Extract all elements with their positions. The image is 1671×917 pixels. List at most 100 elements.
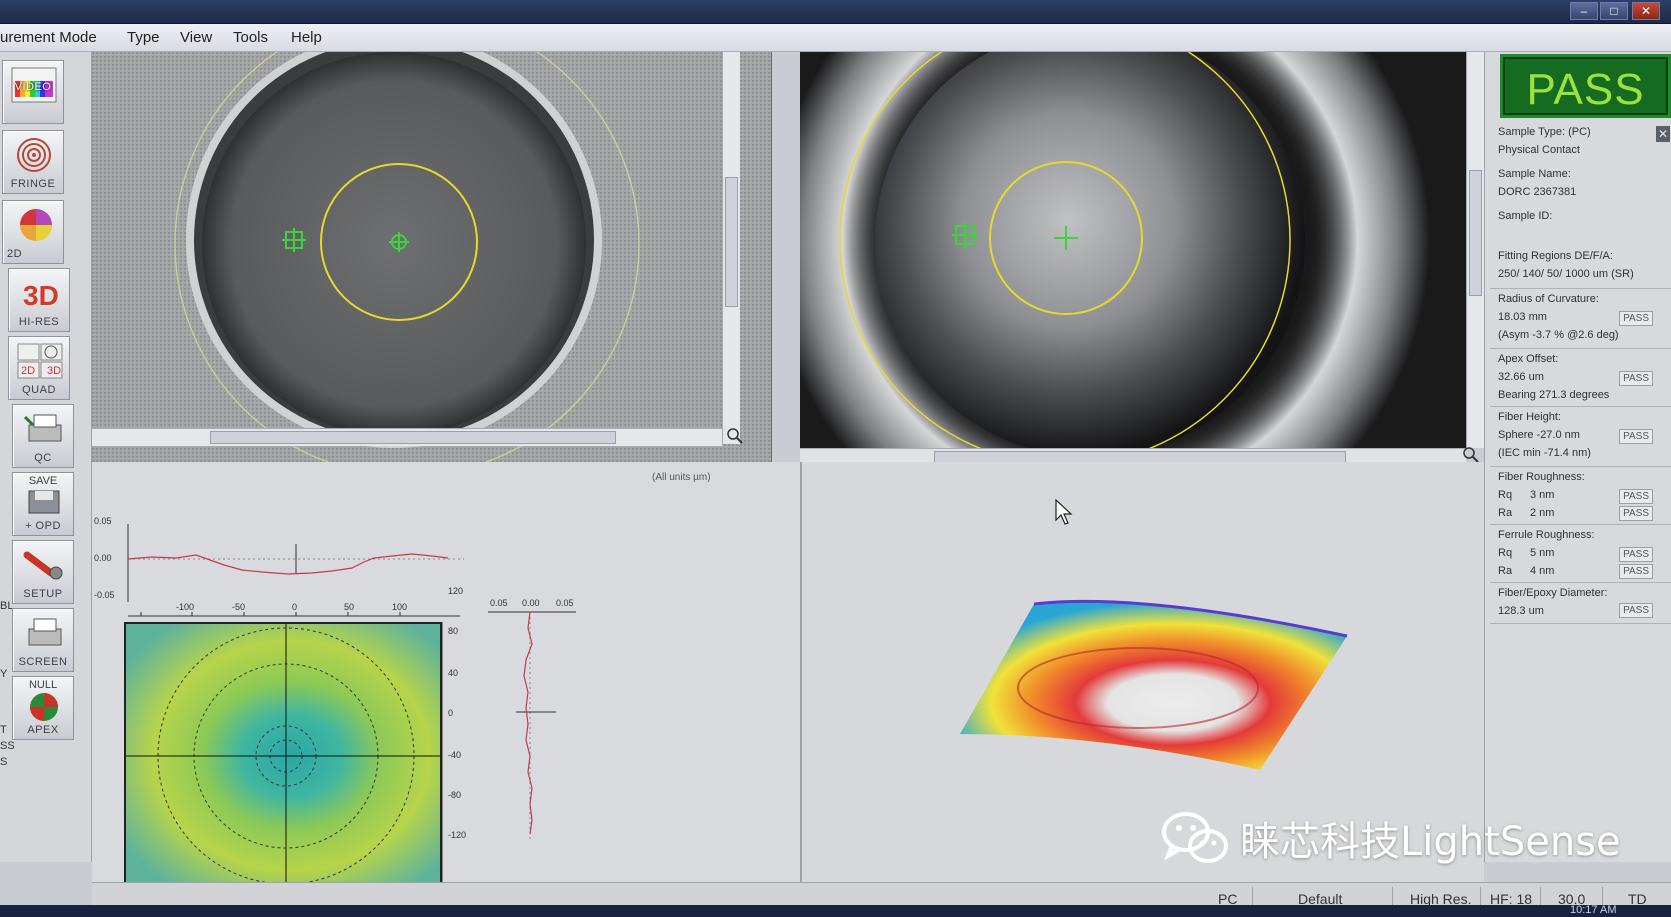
quad-label: QUAD	[22, 384, 56, 396]
edge-label: SS	[0, 740, 15, 752]
quad-2d-label: 2D	[21, 365, 36, 377]
minimize-button[interactable]: –	[1570, 2, 1598, 20]
hires-label: HI-RES	[18, 316, 60, 328]
qc-printer-icon	[23, 414, 62, 442]
ytick-label: 0.00	[94, 553, 112, 563]
side-xtick-label: 0.05	[556, 598, 574, 608]
qc-label: QC	[34, 452, 52, 464]
fringe-button[interactable]: FRINGE	[2, 130, 64, 194]
epoxy-pass-badge: PASS	[1619, 603, 1653, 618]
fiber-height-pass-badge: PASS	[1619, 429, 1653, 444]
watermark-text: 睐芯科技LightSense	[1240, 819, 1621, 865]
side-ytick-label: -120	[448, 830, 467, 840]
fiber-ra-pass-badge: PASS	[1619, 506, 1653, 521]
sample-name-value: DORC 2367381	[1498, 186, 1577, 198]
setup-tools-icon	[23, 551, 63, 580]
sample-type-value: Physical Contact	[1498, 144, 1580, 156]
quad-3d-label: 3D	[47, 365, 62, 377]
screen-button[interactable]: SCREEN	[12, 608, 74, 672]
fringe-hscroll[interactable]	[92, 428, 722, 446]
fringe-icon	[17, 138, 51, 172]
save-disk-icon	[28, 490, 60, 514]
roc-asym: (Asym -3.7 % @2.6 deg)	[1498, 329, 1619, 341]
fiber-ra-label: Ra	[1498, 507, 1513, 519]
fiber-roughness: Fiber Roughness: Rq 3 nm PASS Ra 2 nm PA…	[1490, 466, 1671, 524]
menu-type[interactable]: Type	[127, 29, 160, 46]
side-ytick-label: -80	[448, 790, 462, 800]
setup-button[interactable]: SETUP	[12, 540, 74, 604]
profile-trace-horizontal	[127, 553, 449, 575]
maximize-button[interactable]: □	[1600, 2, 1628, 20]
profile-analysis-panel: (All units µm) 0.05 0.00 -0.05 -100 -50 …	[92, 462, 802, 902]
map-2d-icon	[20, 209, 52, 241]
title-bar: – □ ✕	[0, 0, 1671, 24]
ferrule-ra-value: 4 nm	[1530, 565, 1555, 577]
xtick-label: -100	[176, 602, 195, 612]
quad-button[interactable]: 2D 3D QUAD	[8, 336, 70, 400]
side-xtick-label: 0.05	[490, 598, 508, 608]
side-xtick-label: 0.00	[522, 598, 540, 608]
menu-view[interactable]: View	[180, 29, 212, 46]
fiber-height-value: Sphere -27.0 nm	[1498, 429, 1580, 441]
side-ytick-label: -40	[448, 750, 462, 760]
hires-3d-button[interactable]: 3D HI-RES	[8, 268, 70, 332]
ytick-label: 0.05	[94, 516, 112, 526]
fiber-rq-pass-badge: PASS	[1619, 489, 1653, 504]
xtick-label: 50	[344, 602, 355, 612]
save-opd-button[interactable]: SAVE + OPD	[12, 472, 74, 536]
fringe-camera-view[interactable]	[92, 52, 772, 462]
roc-value: 18.03 mm	[1498, 311, 1547, 323]
side-ytick-label: 80	[448, 626, 459, 636]
ferrule-rq-pass-badge: PASS	[1619, 547, 1653, 562]
edge-label: S	[0, 756, 8, 768]
null-apex-button[interactable]: NULL APEX	[12, 676, 74, 740]
ferrule-rq-label: Rq	[1498, 547, 1513, 559]
fiber-rq-label: Rq	[1498, 489, 1513, 501]
ferrule-roughness-label: Ferrule Roughness:	[1498, 529, 1595, 541]
fiber-epoxy-diameter: Fiber/Epoxy Diameter: 128.3 um PASS	[1490, 582, 1671, 624]
sample-type-label: Sample Type: (PC)	[1498, 126, 1591, 138]
video-button[interactable]: VIDEO	[2, 60, 64, 124]
sample-id-label: Sample ID:	[1498, 210, 1553, 222]
wechat-icon	[1162, 812, 1228, 863]
view-2d-button[interactable]: 2D	[2, 200, 64, 264]
xtick-label: -50	[232, 602, 246, 612]
screen-printer-icon	[28, 618, 62, 646]
fitting-label: Fitting Regions DE/F/A:	[1498, 250, 1613, 262]
apex-bearing: Bearing 271.3 degrees	[1498, 389, 1610, 401]
fiber-ra-value: 2 nm	[1530, 507, 1555, 519]
edge-label: T	[0, 724, 7, 736]
setup-label: SETUP	[23, 588, 63, 600]
epoxy-value: 128.3 um	[1498, 605, 1544, 617]
svg-text:3D: 3D	[23, 280, 59, 311]
video-label: VIDEO	[14, 81, 52, 93]
taskbar-clock: 10:17 AM	[1570, 904, 1617, 916]
menu-bar: urement Mode Type View Tools Help	[0, 24, 1671, 52]
qc-button[interactable]: QC	[12, 404, 74, 468]
close-button[interactable]: ✕	[1632, 2, 1660, 20]
menu-measurement-mode[interactable]: urement Mode	[0, 29, 97, 46]
microscope-camera-view[interactable]	[800, 52, 1466, 448]
side-ytick-label: 0	[448, 708, 454, 718]
zoom-icon[interactable]	[726, 427, 744, 445]
ferrule-ra-label: Ra	[1498, 565, 1513, 577]
menu-tools[interactable]: Tools	[233, 29, 268, 46]
apex-offset: Apex Offset: 32.66 um PASS Bearing 271.3…	[1490, 348, 1671, 406]
side-ytick-label: 40	[448, 668, 459, 678]
apex-target-icon	[30, 693, 58, 721]
scroll-thumb[interactable]	[1469, 170, 1482, 296]
os-taskbar	[0, 905, 1671, 917]
radius-of-curvature: Radius of Curvature: 18.03 mm PASS (Asym…	[1490, 288, 1671, 348]
overall-status-badge: PASS	[1500, 54, 1671, 118]
surface-map-2d[interactable]	[124, 622, 442, 886]
opd-label: + OPD	[25, 520, 61, 532]
microscope-vscroll[interactable]	[1466, 52, 1484, 448]
fringe-vscroll[interactable]	[722, 52, 740, 444]
screen-label: SCREEN	[18, 656, 68, 668]
view-2d-label: 2D	[7, 248, 23, 260]
scroll-thumb[interactable]	[210, 431, 616, 444]
fiber-rq-value: 3 nm	[1530, 489, 1555, 501]
save-label: SAVE	[28, 475, 58, 487]
scroll-thumb[interactable]	[725, 177, 738, 307]
menu-help[interactable]: Help	[291, 29, 322, 46]
